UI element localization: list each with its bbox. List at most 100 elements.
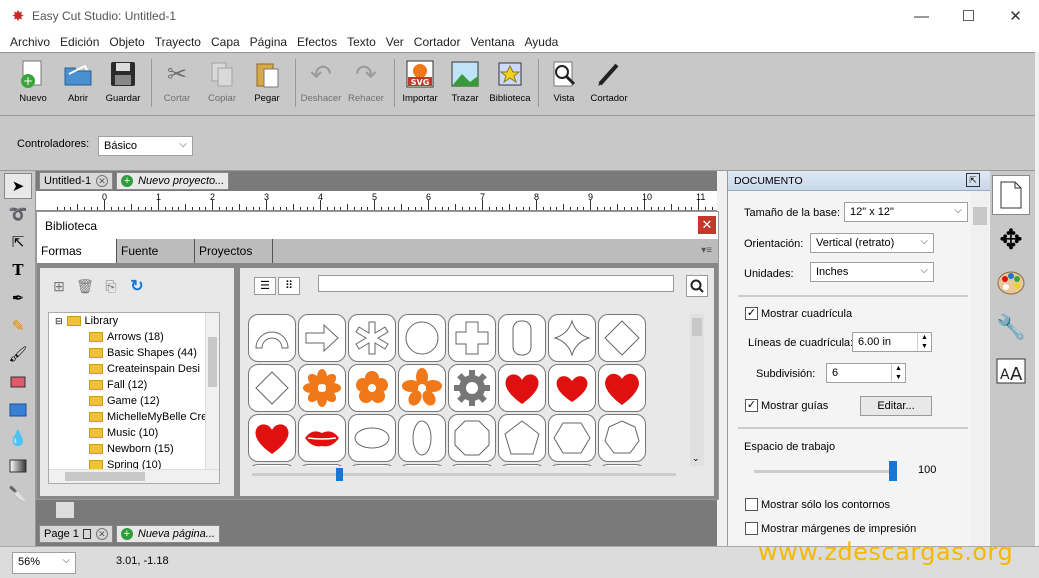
grid-lines-input[interactable]: 6.00 in ▲ ▼ [852, 332, 932, 352]
lips-shape[interactable] [298, 414, 346, 462]
list-item[interactable]: Arrows (18) [49, 329, 219, 345]
save-button[interactable]: Guardar [102, 59, 144, 113]
arrow-shape[interactable] [298, 314, 346, 362]
gear-shape[interactable] [448, 364, 496, 412]
cross-shape[interactable] [448, 314, 496, 362]
thumbnail-size-slider[interactable] [252, 473, 676, 476]
list-item[interactable]: Game (12) [49, 393, 219, 409]
panel-menu-icon[interactable]: ▾≡ [273, 239, 718, 263]
diamond-shape[interactable] [248, 364, 296, 412]
show-grid-checkbox[interactable]: ✓ [745, 307, 758, 320]
workspace-slider-thumb[interactable] [889, 461, 897, 481]
library-button[interactable]: Biblioteca [489, 59, 531, 113]
print-margins-checkbox[interactable] [745, 522, 758, 535]
close-page-icon[interactable]: ✕ [95, 528, 108, 540]
shape-search-input[interactable] [318, 275, 674, 292]
outlines-only-checkbox[interactable] [745, 498, 758, 511]
gradient-tool[interactable] [4, 453, 32, 479]
undo-button[interactable]: ↶ Deshacer [300, 59, 342, 113]
shapes-vertical-scrollbar[interactable]: ⌄ [690, 314, 704, 466]
menu-archivo[interactable]: Archivo [5, 35, 55, 49]
menu-ventana[interactable]: Ventana [465, 35, 519, 49]
tab-untitled-1[interactable]: Untitled-1 ✕ [39, 172, 114, 190]
units-select[interactable]: Inches ⌵ [810, 262, 934, 282]
flower-shape[interactable] [348, 364, 396, 412]
shape-cell[interactable] [398, 464, 446, 466]
expand-panel-icon[interactable]: ⇱ [966, 173, 980, 187]
tab-formas[interactable]: Formas [37, 239, 117, 263]
node-edit-tool[interactable]: ⇱ [4, 229, 32, 255]
menu-edicion[interactable]: Edición [55, 35, 104, 49]
list-item[interactable]: Basic Shapes (44) [49, 345, 219, 361]
pentagon-shape[interactable] [498, 414, 546, 462]
brush-tool[interactable]: 🖌 [4, 341, 32, 367]
text-size-icon[interactable]: AA [992, 351, 1030, 391]
menu-pagina[interactable]: Página [245, 35, 292, 49]
close-button[interactable]: ✕ [992, 0, 1039, 32]
grid-view-icon[interactable]: ⠿ [278, 277, 300, 295]
tree-vertical-scrollbar[interactable] [205, 313, 219, 483]
four-point-star-shape[interactable] [548, 314, 596, 362]
menu-ayuda[interactable]: Ayuda [520, 35, 564, 49]
cutter-button[interactable]: Cortador [588, 59, 630, 113]
canvas-area[interactable] [36, 500, 717, 522]
heart-shape[interactable] [598, 364, 646, 412]
pencil-tool[interactable]: ✎ [4, 313, 32, 339]
zoom-select[interactable]: 56% ⌵ [12, 552, 76, 574]
heart-shape[interactable] [248, 414, 296, 462]
menu-cortador[interactable]: Cortador [409, 35, 466, 49]
ellipse-vertical-shape[interactable] [398, 414, 446, 462]
text-tool[interactable]: T [4, 257, 32, 283]
palette-icon[interactable] [992, 263, 1030, 303]
spinner-arrows-icon[interactable]: ▲ ▼ [891, 364, 905, 382]
arc-shape[interactable] [248, 314, 296, 362]
list-view-icon[interactable]: ☰ [254, 277, 276, 295]
export-icon[interactable]: ⎘ [100, 275, 122, 297]
list-item[interactable]: Fall (12) [49, 377, 219, 393]
menu-objeto[interactable]: Objeto [104, 35, 149, 49]
move-arrows-icon[interactable]: ✥ [992, 219, 1030, 259]
tab-proyectos[interactable]: Proyectos [195, 239, 273, 263]
chevron-down-icon[interactable]: ⌄ [692, 453, 700, 464]
workspace-slider[interactable] [754, 470, 894, 473]
open-button[interactable]: Abrir [57, 59, 99, 113]
circle-shape[interactable] [398, 314, 446, 362]
shape-cell[interactable] [598, 464, 646, 466]
eyedropper-tool[interactable]: 💧 [4, 425, 32, 451]
slider-thumb[interactable] [336, 468, 343, 481]
tab-fuente[interactable]: Fuente [117, 239, 195, 263]
list-item[interactable]: MichelleMyBelle Cre [49, 409, 219, 425]
shape-cell[interactable] [248, 464, 296, 466]
tree-root[interactable]: ⊟ Library [49, 313, 219, 329]
new-button[interactable]: + Nuevo [12, 59, 54, 113]
add-folder-icon[interactable]: ⊞ [48, 275, 70, 297]
hexagon-shape[interactable] [548, 414, 596, 462]
menu-trayecto[interactable]: Trayecto [150, 35, 206, 49]
refresh-icon[interactable]: ↻ [126, 275, 148, 297]
pen-tool[interactable]: ✒ [4, 285, 32, 311]
show-guides-checkbox[interactable]: ✓ [745, 399, 758, 412]
shape-cell[interactable] [298, 464, 346, 466]
select-arrow-tool[interactable]: ➤ [4, 173, 32, 199]
wrench-icon[interactable]: 🔧 [992, 307, 1030, 347]
trace-button[interactable]: Trazar [444, 59, 486, 113]
list-item[interactable]: Newborn (15) [49, 441, 219, 457]
eraser-tool[interactable] [4, 369, 32, 395]
flower-shape[interactable] [298, 364, 346, 412]
redo-button[interactable]: ↷ Rehacer [345, 59, 387, 113]
heptagon-shape[interactable] [598, 414, 646, 462]
shape-cell[interactable] [348, 464, 396, 466]
controllers-select[interactable]: Básico ⌵ [98, 136, 193, 156]
collapse-icon[interactable]: ⊟ [55, 316, 63, 327]
close-tab-icon[interactable]: ✕ [96, 175, 109, 187]
menu-ver[interactable]: Ver [381, 35, 409, 49]
tree-horizontal-scrollbar[interactable] [49, 469, 219, 483]
base-size-select[interactable]: 12" x 12" ⌵ [844, 202, 968, 222]
menu-efectos[interactable]: Efectos [292, 35, 342, 49]
menu-texto[interactable]: Texto [342, 35, 381, 49]
trash-icon[interactable]: 🗑 [74, 275, 96, 297]
paste-button[interactable]: Pegar [246, 59, 288, 113]
preview-button[interactable]: Vista [543, 59, 585, 113]
list-item[interactable]: Createinspain Desi [49, 361, 219, 377]
subdivision-input[interactable]: 6 ▲ ▼ [826, 363, 906, 383]
